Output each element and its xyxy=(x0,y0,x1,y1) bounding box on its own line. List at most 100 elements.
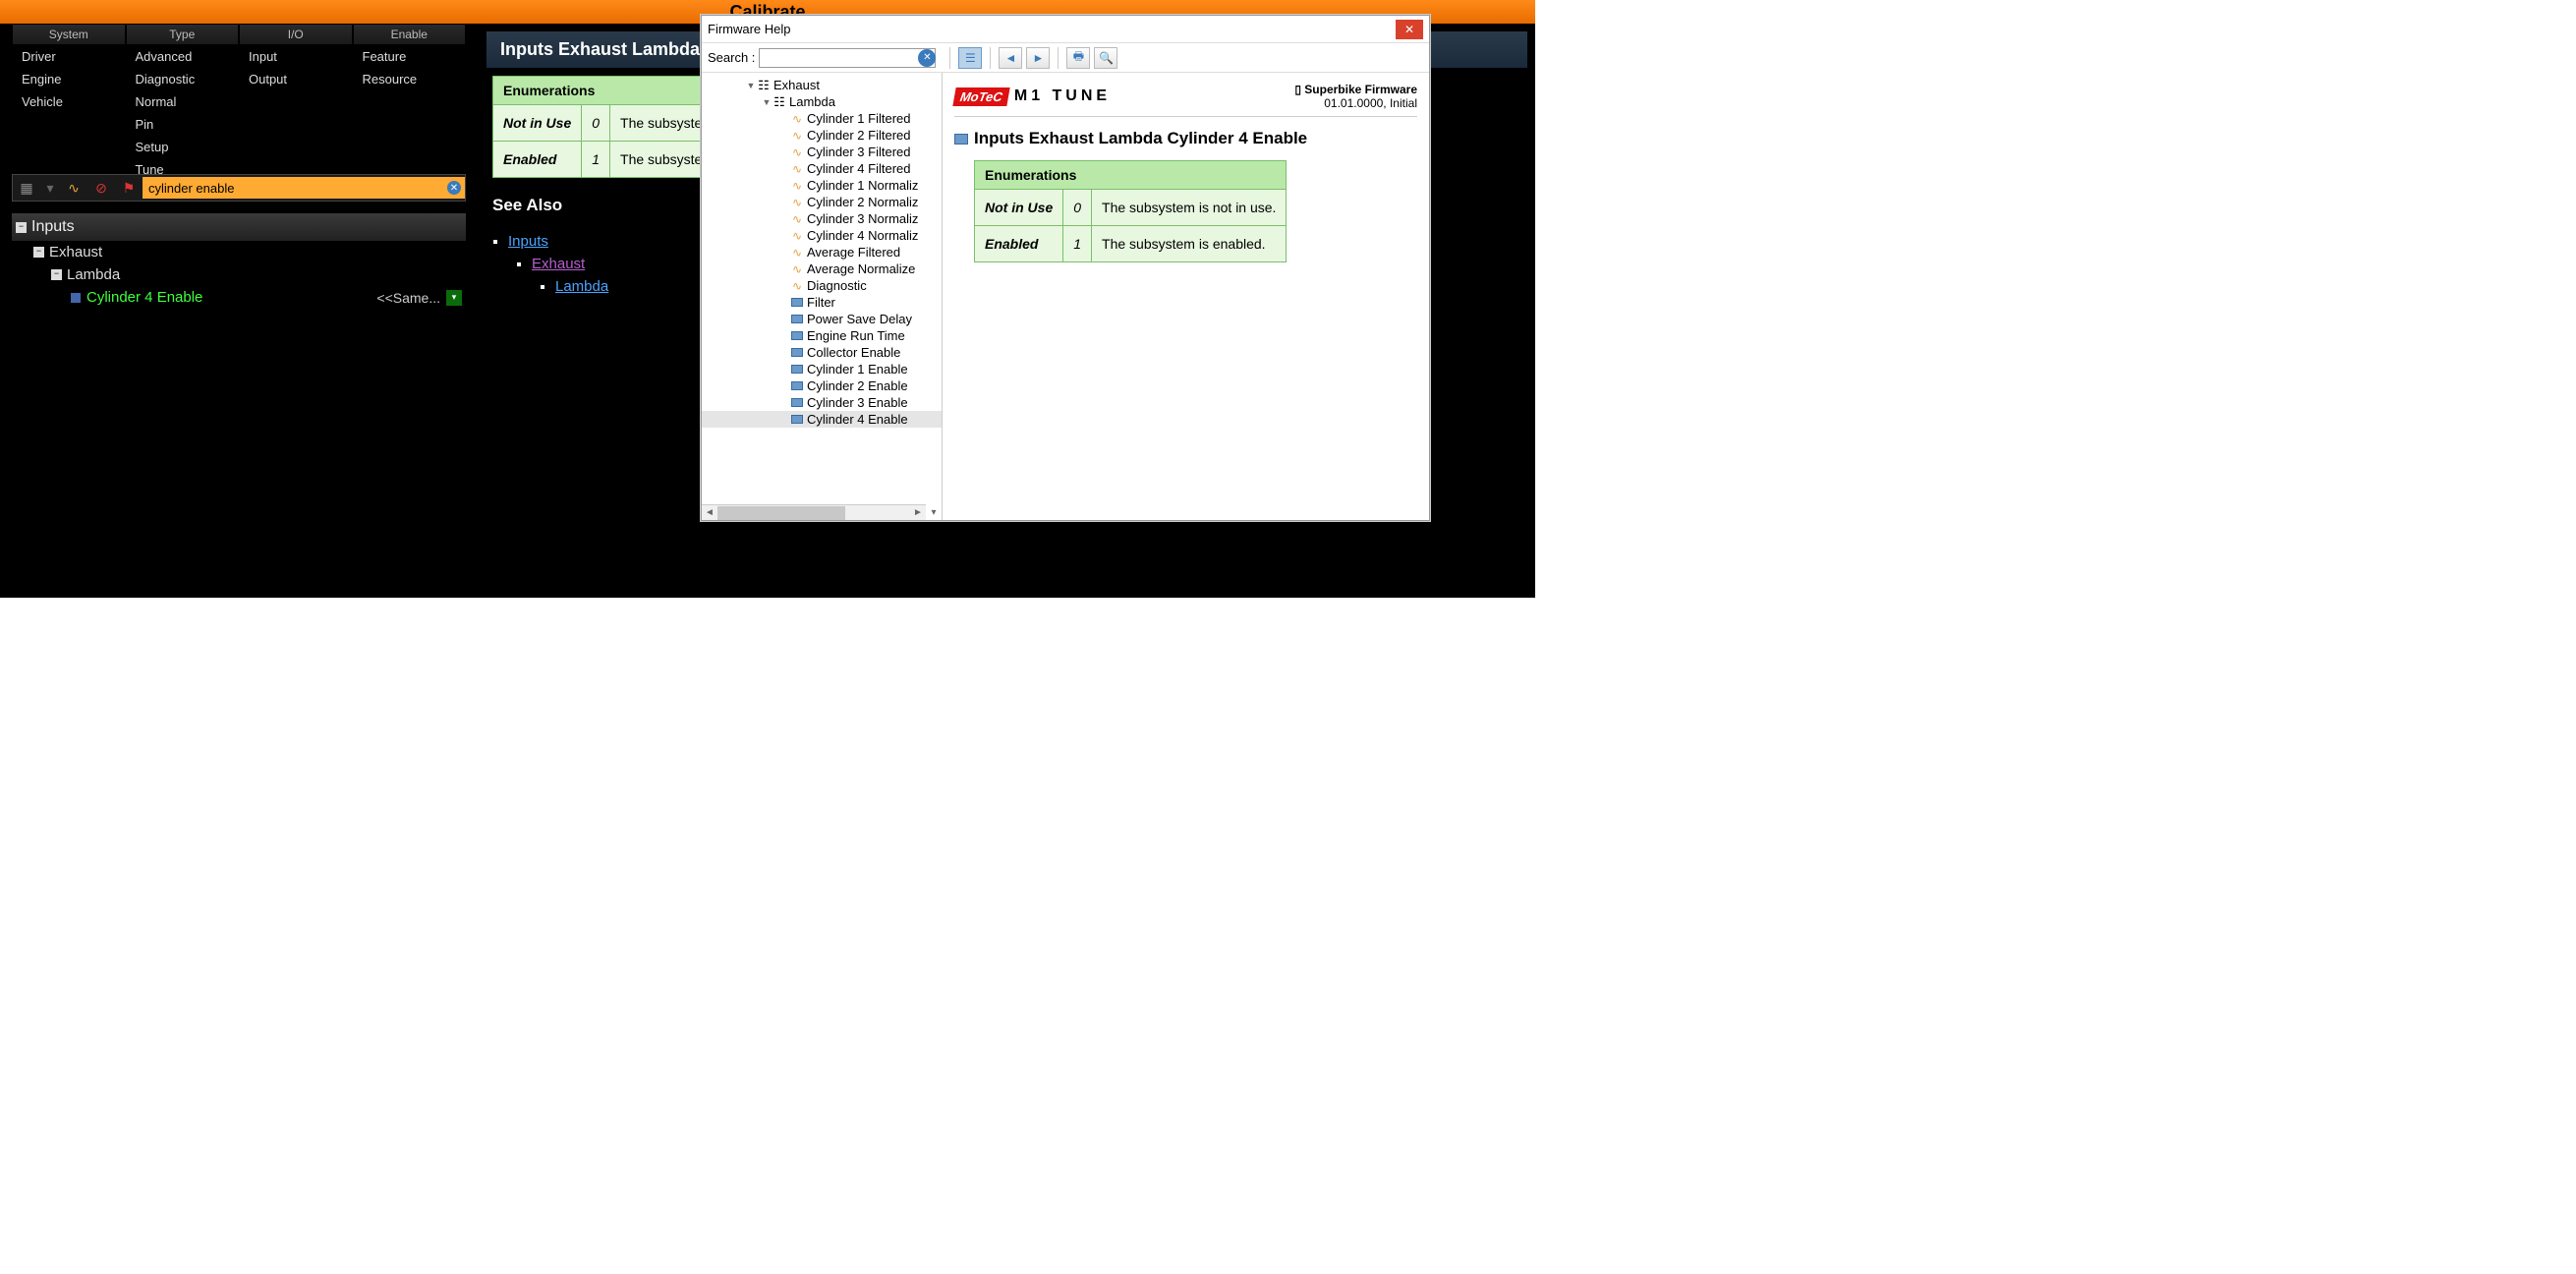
wave-icon: ∿ xyxy=(790,180,804,192)
cat-item[interactable]: Normal xyxy=(126,90,240,113)
help-tree[interactable]: ▾ ▼☷Exhaust▼☷Lambda∿Cylinder 1 Filtered∿… xyxy=(702,73,943,520)
help-tree-item[interactable]: ∿Cylinder 1 Filtered xyxy=(702,110,942,127)
wave-icon: ∿ xyxy=(790,197,804,208)
help-tree-item[interactable]: Engine Run Time xyxy=(702,327,942,344)
wave-icon: ∿ xyxy=(790,163,804,175)
help-tree-item[interactable]: Power Save Delay xyxy=(702,311,942,327)
see-also-link[interactable]: Exhaust xyxy=(532,256,585,272)
cat-item[interactable]: Engine xyxy=(12,68,126,90)
cat-item[interactable]: Output xyxy=(239,68,353,90)
clear-search-button[interactable]: ✕ xyxy=(443,177,465,199)
cat-item[interactable]: Vehicle xyxy=(12,90,126,113)
wave-icon: ∿ xyxy=(790,146,804,158)
firmware-version: 01.01.0000, Initial xyxy=(1294,96,1417,110)
tree-root-inputs[interactable]: −Inputs xyxy=(12,213,466,241)
help-tree-item[interactable]: ▼☷Lambda xyxy=(702,93,942,110)
tree-leaf-cyl4-enable[interactable]: Cylinder 4 Enable <<Same... ▾ xyxy=(12,286,466,309)
tree-node-exhaust[interactable]: −Exhaust xyxy=(12,241,466,263)
help-tree-item[interactable]: ∿Cylinder 3 Normaliz xyxy=(702,210,942,227)
m1tune-logo: M1 TUNE xyxy=(1014,87,1111,105)
value-dropdown-icon[interactable]: ▾ xyxy=(446,290,462,306)
cat-item[interactable]: Diagnostic xyxy=(126,68,240,90)
help-tree-item[interactable]: Cylinder 3 Enable xyxy=(702,394,942,411)
wave-icon: ∿ xyxy=(790,130,804,142)
help-tree-item[interactable]: ∿Cylinder 2 Filtered xyxy=(702,127,942,144)
scroll-right-icon[interactable]: ► xyxy=(910,506,926,520)
category-panel: System Type I/O Enable Driver Engine Veh… xyxy=(12,24,466,181)
param-icon xyxy=(790,397,804,409)
help-tree-item[interactable]: Cylinder 1 Enable xyxy=(702,361,942,377)
help-tree-item[interactable]: Cylinder 2 Enable xyxy=(702,377,942,394)
search-input[interactable] xyxy=(143,177,443,199)
help-tree-item[interactable]: Collector Enable xyxy=(702,344,942,361)
print-preview-icon[interactable]: 🔍 xyxy=(1094,47,1117,69)
cat-item[interactable]: Input xyxy=(239,45,353,68)
param-icon xyxy=(790,347,804,359)
enum-table: Enumerations Not in Use0The subsystem is… xyxy=(974,160,1287,262)
close-button[interactable]: ✕ xyxy=(1396,20,1423,39)
nav-forward-icon[interactable]: ► xyxy=(1026,47,1050,69)
param-icon xyxy=(790,364,804,376)
cat-item[interactable]: Feature xyxy=(353,45,467,68)
enum-row: Not in Use0The subsystem xyxy=(493,105,724,142)
nav-back-icon[interactable]: ◄ xyxy=(999,47,1022,69)
help-window-title: Firmware Help xyxy=(708,22,791,36)
help-tree-item[interactable]: ∿Cylinder 2 Normaliz xyxy=(702,194,942,210)
help-tree-item[interactable]: ∿Cylinder 3 Filtered xyxy=(702,144,942,160)
cat-item[interactable]: Setup xyxy=(126,136,240,158)
help-content-title: Inputs Exhaust Lambda Cylinder 4 Enable xyxy=(974,129,1307,148)
help-tree-item[interactable]: ∿Cylinder 1 Normaliz xyxy=(702,177,942,194)
wave-icon: ∿ xyxy=(790,230,804,242)
tree-node-lambda[interactable]: −Lambda xyxy=(12,263,466,286)
help-tree-item[interactable]: ∿Cylinder 4 Filtered xyxy=(702,160,942,177)
enum-table-bg: Enumerations Not in Use0The subsystem En… xyxy=(492,76,724,178)
see-also-link[interactable]: Inputs xyxy=(508,233,548,250)
cat-head-system[interactable]: System xyxy=(12,24,126,45)
help-tree-item[interactable]: Cylinder 4 Enable xyxy=(702,411,942,428)
folder-icon: ☷ xyxy=(773,96,786,108)
see-also-link[interactable]: Lambda xyxy=(555,278,608,295)
param-icon xyxy=(790,314,804,325)
param-icon xyxy=(790,380,804,392)
disable-filter-icon[interactable]: ⊘ xyxy=(87,175,115,201)
help-clear-search-icon[interactable]: ✕ xyxy=(918,49,936,67)
toggle-tree-icon[interactable]: ☰ xyxy=(958,47,982,69)
wave-icon: ∿ xyxy=(790,113,804,125)
help-tree-item[interactable]: Filter xyxy=(702,294,942,311)
help-tree-item[interactable]: ∿Diagnostic xyxy=(702,277,942,294)
help-tree-item[interactable]: ∿Cylinder 4 Normaliz xyxy=(702,227,942,244)
cat-item[interactable]: Advanced xyxy=(126,45,240,68)
dropdown-icon[interactable]: ▾ xyxy=(40,175,60,201)
param-icon xyxy=(790,330,804,342)
enum-header: Enumerations xyxy=(493,77,724,105)
param-icon xyxy=(790,414,804,426)
enum-row: Enabled1The subsystem xyxy=(493,142,724,178)
cat-head-enable[interactable]: Enable xyxy=(353,24,467,45)
folder-icon: ☷ xyxy=(757,80,771,91)
help-tree-item[interactable]: ∿Average Normalize xyxy=(702,261,942,277)
h-scrollbar[interactable]: ◄► xyxy=(702,504,926,520)
param-value: <<Same... xyxy=(376,290,440,306)
bookmark-icon: ▯ xyxy=(1294,83,1304,96)
scroll-left-icon[interactable]: ◄ xyxy=(702,506,717,520)
cat-item[interactable]: Pin xyxy=(126,113,240,136)
view-mode-icon[interactable]: ▦ xyxy=(13,175,40,201)
cat-item[interactable]: Driver xyxy=(12,45,126,68)
wave-icon: ∿ xyxy=(790,247,804,259)
wave-icon: ∿ xyxy=(790,213,804,225)
print-icon[interactable]: 🖶 xyxy=(1066,47,1090,69)
wave-filter-icon[interactable]: ∿ xyxy=(60,175,87,201)
cat-head-type[interactable]: Type xyxy=(126,24,240,45)
wave-icon: ∿ xyxy=(790,280,804,292)
scroll-down-icon[interactable]: ▾ xyxy=(926,504,942,520)
enum-row: Not in Use0The subsystem is not in use. xyxy=(975,190,1287,226)
cat-item[interactable]: Resource xyxy=(353,68,467,90)
help-tree-item[interactable]: ∿Average Filtered xyxy=(702,244,942,261)
help-search-input[interactable] xyxy=(759,48,936,68)
help-tree-item[interactable]: ▼☷Exhaust xyxy=(702,77,942,93)
wave-icon: ∿ xyxy=(790,263,804,275)
param-icon xyxy=(71,293,81,303)
cat-head-io[interactable]: I/O xyxy=(239,24,353,45)
search-bar: ▦ ▾ ∿ ⊘ ⚑ ✕ xyxy=(12,174,466,202)
flag-filter-icon[interactable]: ⚑ xyxy=(115,175,143,201)
